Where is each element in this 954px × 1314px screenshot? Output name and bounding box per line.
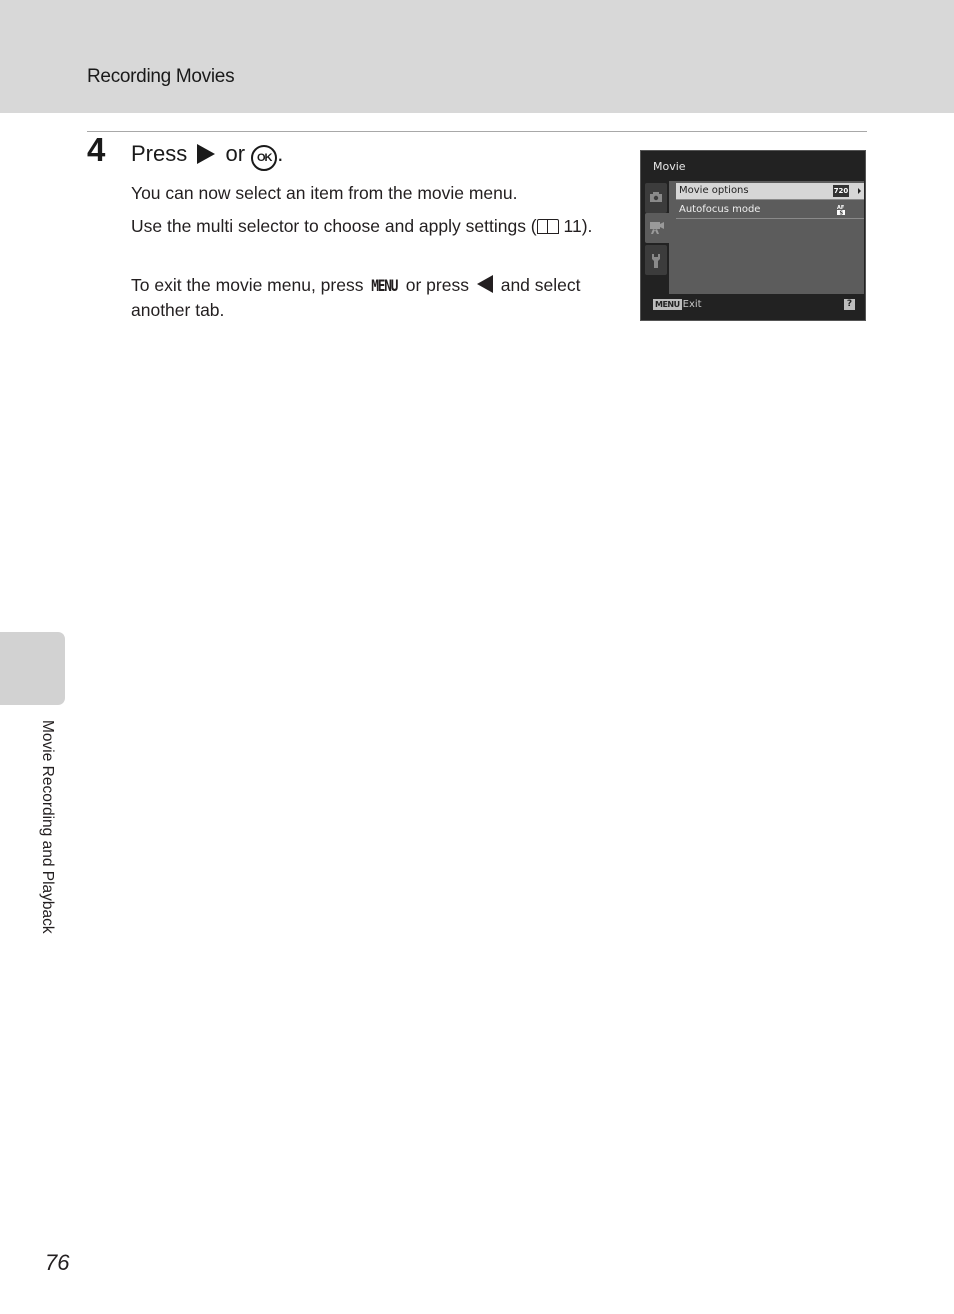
menu-item-label: Autofocus mode <box>679 204 761 215</box>
ok-button-icon: OK <box>251 145 278 171</box>
step-heading: Press or OK. <box>131 141 283 171</box>
p2-close: ). <box>581 216 593 236</box>
page-number: 76 <box>45 1250 70 1275</box>
wrench-icon <box>652 254 660 268</box>
heading-press: Press <box>131 141 188 166</box>
multi-selector-right-icon <box>197 144 216 164</box>
header-band <box>0 0 954 113</box>
exit-label: Exit <box>682 299 702 310</box>
tab-setup[interactable] <box>645 245 667 275</box>
p3-text: To exit the movie menu, press <box>131 275 364 295</box>
paragraph-exit-menu: To exit the movie menu, press MENU or pr… <box>131 273 621 322</box>
submenu-arrow-icon <box>858 188 861 194</box>
menu-item-movie-options[interactable]: Movie options 720 <box>676 183 864 200</box>
help-icon: ? <box>844 299 855 310</box>
tab-movie[interactable] <box>645 213 671 243</box>
multi-selector-left-icon <box>476 275 493 293</box>
paragraph-multi-selector: Use the multi selector to choose and app… <box>131 214 621 238</box>
step-number: 4 <box>87 131 106 168</box>
camera-icon <box>650 192 662 202</box>
chapter-label: Movie Recording and Playback <box>39 720 56 934</box>
screen-footer: MENU Exit <box>653 299 702 310</box>
p3-text-2: or press <box>405 275 469 295</box>
menu-item-label: Movie options <box>679 185 749 196</box>
chapter-tab <box>0 632 65 705</box>
section-title: Recording Movies <box>87 66 235 87</box>
screen-title: Movie <box>653 160 686 173</box>
heading-or: or <box>225 141 246 166</box>
menu-button-icon: MENU <box>653 299 682 310</box>
movie-size-icon: 720 <box>833 185 849 197</box>
paragraph-select-item: You can now select an item from the movi… <box>131 183 518 203</box>
p2-text: Use the multi selector to choose and app… <box>131 216 537 236</box>
movie-camera-icon <box>650 222 664 234</box>
camera-menu-screen: Movie Movie options 720 Autofocus mode A… <box>640 150 866 321</box>
menu-item-autofocus-mode[interactable]: Autofocus mode AF S <box>676 202 864 219</box>
menu-button-icon: MENU <box>371 276 399 295</box>
tab-shooting[interactable] <box>645 183 667 213</box>
divider <box>87 131 867 132</box>
af-s-icon: AF S <box>833 204 849 217</box>
book-reference-icon <box>536 219 559 234</box>
heading-period: . <box>277 141 284 166</box>
page-reference: 11 <box>563 216 582 236</box>
svg-text:S: S <box>840 211 844 217</box>
